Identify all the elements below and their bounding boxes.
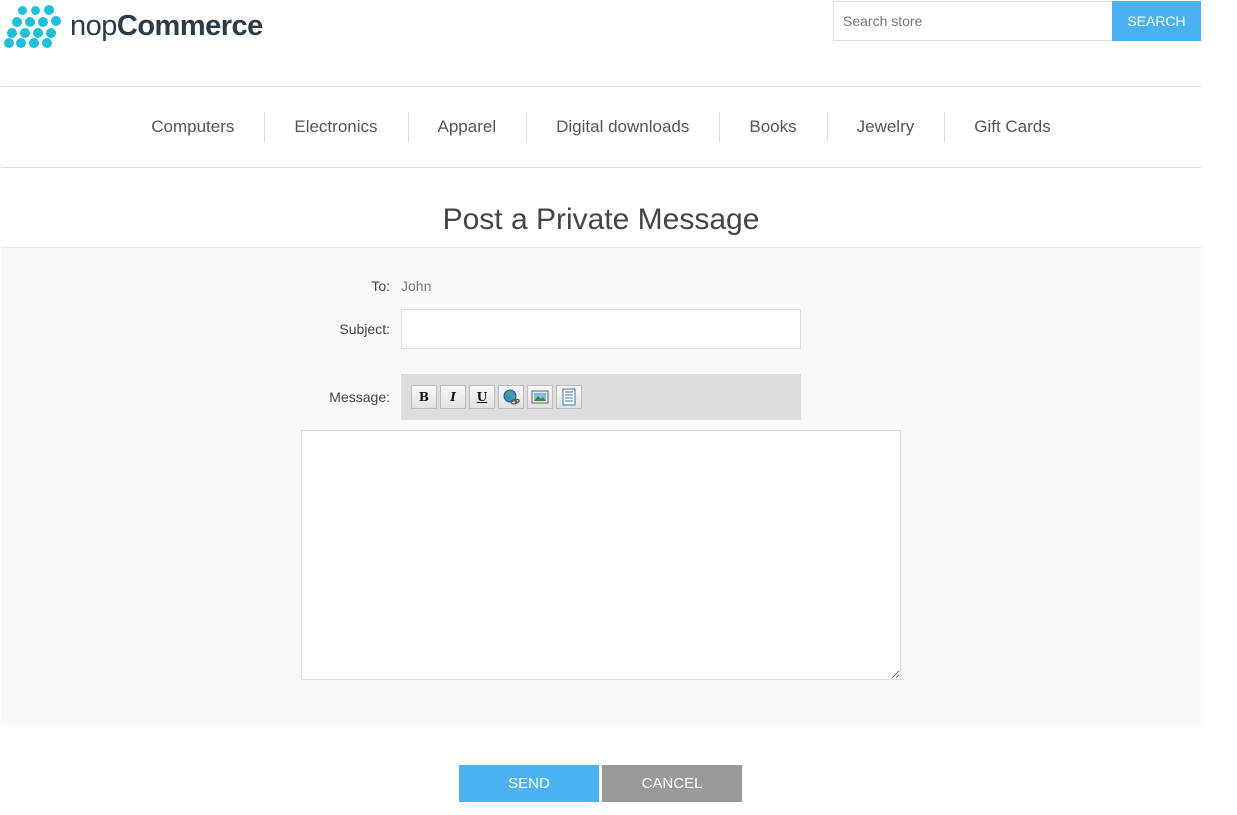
search-button[interactable]: SEARCH bbox=[1112, 1, 1201, 41]
subject-label: Subject: bbox=[339, 321, 390, 337]
logo-text-commerce: Commerce bbox=[116, 10, 263, 42]
logo-text: nopCommerce bbox=[70, 5, 263, 47]
menu-item-computers[interactable]: Computers bbox=[121, 112, 264, 142]
private-message-form: To: John Subject: Message: B I U bbox=[1, 247, 1201, 726]
insert-image-icon bbox=[531, 390, 549, 404]
menu-item-books[interactable]: Books bbox=[719, 112, 826, 142]
bold-button[interactable]: B bbox=[411, 385, 437, 409]
search-input[interactable] bbox=[833, 1, 1112, 41]
cancel-button[interactable]: CANCEL bbox=[602, 765, 742, 802]
menu-item-electronics[interactable]: Electronics bbox=[264, 112, 407, 142]
to-label: To: bbox=[371, 278, 390, 294]
italic-icon: I bbox=[450, 390, 456, 404]
bbcode-toolbar: B I U bbox=[401, 374, 801, 420]
quote-icon bbox=[562, 388, 576, 406]
underline-icon: U bbox=[476, 390, 488, 404]
menu-item-gift-cards[interactable]: Gift Cards bbox=[944, 112, 1081, 142]
logo-text-nop: nop bbox=[70, 10, 117, 42]
page: nopCommerce SEARCH Computers Electronics… bbox=[0, 0, 1237, 815]
send-button[interactable]: SEND bbox=[459, 765, 599, 802]
insert-link-icon bbox=[503, 389, 520, 405]
message-textarea[interactable] bbox=[301, 430, 901, 680]
store-logo[interactable]: nopCommerce bbox=[4, 5, 263, 48]
page-title: Post a Private Message bbox=[442, 203, 760, 236]
menu-item-apparel[interactable]: Apparel bbox=[407, 112, 527, 142]
message-label: Message: bbox=[329, 389, 390, 405]
underline-button[interactable]: U bbox=[469, 385, 495, 409]
search-box: SEARCH bbox=[833, 1, 1201, 41]
subject-input[interactable] bbox=[401, 309, 801, 349]
insert-image-button[interactable] bbox=[527, 385, 553, 409]
menu-item-digital-downloads[interactable]: Digital downloads bbox=[526, 112, 719, 142]
italic-button[interactable]: I bbox=[440, 385, 466, 409]
menu-item-jewelry[interactable]: Jewelry bbox=[826, 112, 945, 142]
quote-button[interactable] bbox=[556, 385, 582, 409]
to-recipient-value: John bbox=[401, 278, 432, 294]
top-menu: Computers Electronics Apparel Digital do… bbox=[1, 86, 1201, 168]
nopcommerce-dots-logo-icon bbox=[4, 5, 61, 48]
insert-link-button[interactable] bbox=[498, 385, 524, 409]
bold-icon: B bbox=[418, 390, 430, 404]
